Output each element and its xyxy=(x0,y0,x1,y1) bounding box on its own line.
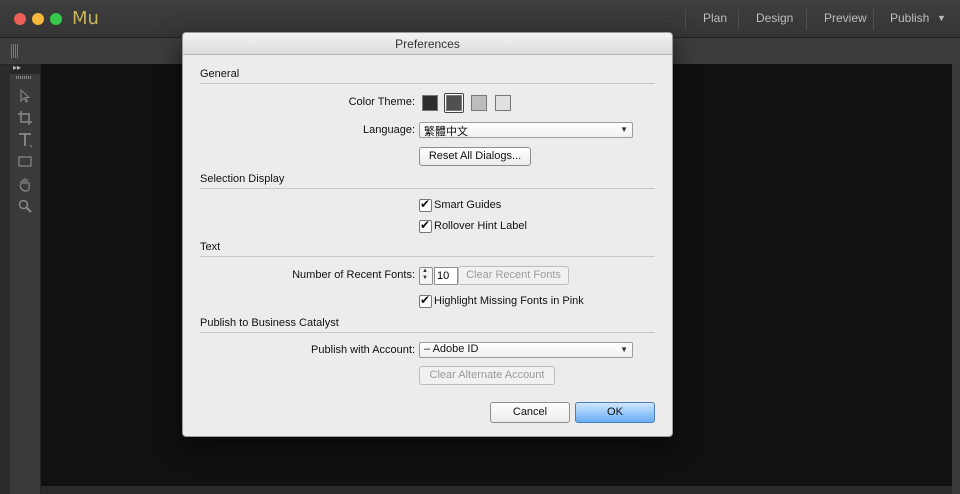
ok-button[interactable]: OK xyxy=(575,402,655,423)
mode-tab-plan[interactable]: Plan xyxy=(703,11,727,25)
language-label: Language: xyxy=(363,124,415,136)
collapse-panel-icon[interactable]: ▸▸ xyxy=(13,63,21,72)
canvas-scrollbar[interactable] xyxy=(952,64,960,494)
checkmark-icon: ✔ xyxy=(420,293,431,307)
language-select[interactable]: 繁體中文 ▼ xyxy=(419,122,633,138)
minimize-window-button[interactable] xyxy=(32,13,44,25)
rollover-hint-label-checkbox[interactable]: ✔ xyxy=(419,218,432,233)
publish-account-label: Publish with Account: xyxy=(311,344,415,356)
clear-recent-fonts-button[interactable]: Clear Recent Fonts xyxy=(458,266,569,285)
app-logo: Mu xyxy=(72,8,99,29)
section-title-selection-display: Selection Display xyxy=(200,173,285,185)
zoom-window-button[interactable] xyxy=(50,13,62,25)
recent-fonts-input[interactable]: 10 xyxy=(434,267,458,285)
highlight-missing-fonts-checkbox[interactable]: ✔ xyxy=(419,293,432,308)
tools-panel: ▸▸ xyxy=(10,63,41,494)
reset-all-dialogs-button[interactable]: Reset All Dialogs... xyxy=(419,147,531,166)
smart-guides-label: Smart Guides xyxy=(434,199,502,211)
mode-divider xyxy=(685,8,686,30)
tools-panel-grip-icon[interactable] xyxy=(16,76,32,79)
checkmark-icon: ✔ xyxy=(420,218,431,232)
chevron-down-icon: ▼ xyxy=(620,125,628,134)
section-divider xyxy=(200,256,655,257)
section-title-text: Text xyxy=(200,241,221,253)
preferences-dialog: Preferences General Color Theme: Languag… xyxy=(182,32,673,437)
clear-alternate-account-button[interactable]: Clear Alternate Account xyxy=(419,366,555,385)
hand-tool-icon[interactable] xyxy=(17,176,33,192)
close-window-button[interactable] xyxy=(14,13,26,25)
publish-dropdown-icon[interactable]: ▼ xyxy=(937,13,946,23)
section-divider xyxy=(200,83,655,84)
mode-tab-publish[interactable]: Publish xyxy=(890,11,929,25)
section-title-general: General xyxy=(200,68,240,80)
canvas-bottom-bar xyxy=(41,486,952,494)
color-theme-swatch-dark[interactable] xyxy=(446,95,462,111)
cancel-button[interactable]: Cancel xyxy=(490,402,570,423)
text-tool-icon[interactable] xyxy=(17,132,33,148)
publish-account-value: – Adobe ID xyxy=(424,343,479,355)
chevron-down-icon: ▼ xyxy=(620,345,628,354)
stepper-down-icon[interactable]: ▼ xyxy=(422,275,428,281)
recent-fonts-label: Number of Recent Fonts: xyxy=(292,269,415,281)
rectangle-tool-icon[interactable] xyxy=(17,154,33,170)
smart-guides-checkbox[interactable]: ✔ xyxy=(419,197,432,212)
color-theme-swatch-lightest[interactable] xyxy=(495,95,511,111)
mode-tab-design[interactable]: Design xyxy=(756,11,793,25)
dialog-title-bar[interactable]: Preferences xyxy=(183,33,672,55)
tools-panel-header: ▸▸ xyxy=(10,63,40,74)
selection-arrow-icon[interactable] xyxy=(17,88,33,104)
color-theme-swatch-light[interactable] xyxy=(471,95,487,111)
publish-account-select[interactable]: – Adobe ID ▼ xyxy=(419,342,633,358)
zoom-tool-icon[interactable] xyxy=(17,198,33,214)
control-bar-grip-icon[interactable] xyxy=(11,44,19,58)
language-value: 繁體中文 xyxy=(424,126,468,138)
section-divider xyxy=(200,188,655,189)
color-theme-swatch-darkest[interactable] xyxy=(422,95,438,111)
stepper-up-icon[interactable]: ▲ xyxy=(422,268,428,274)
section-title-publish: Publish to Business Catalyst xyxy=(200,317,339,329)
mode-divider xyxy=(873,8,874,30)
mode-divider xyxy=(806,8,807,30)
checkmark-icon: ✔ xyxy=(420,197,431,211)
color-theme-label: Color Theme: xyxy=(348,96,415,108)
crop-icon[interactable] xyxy=(17,110,33,126)
dialog-title: Preferences xyxy=(395,37,460,51)
mode-divider xyxy=(738,8,739,30)
mode-tab-preview[interactable]: Preview xyxy=(824,11,867,25)
rollover-hint-label-label: Rollover Hint Label xyxy=(434,220,527,232)
section-divider xyxy=(200,332,655,333)
recent-fonts-stepper[interactable]: ▲ ▼ xyxy=(419,267,433,285)
highlight-missing-fonts-label: Highlight Missing Fonts in Pink xyxy=(434,295,584,307)
